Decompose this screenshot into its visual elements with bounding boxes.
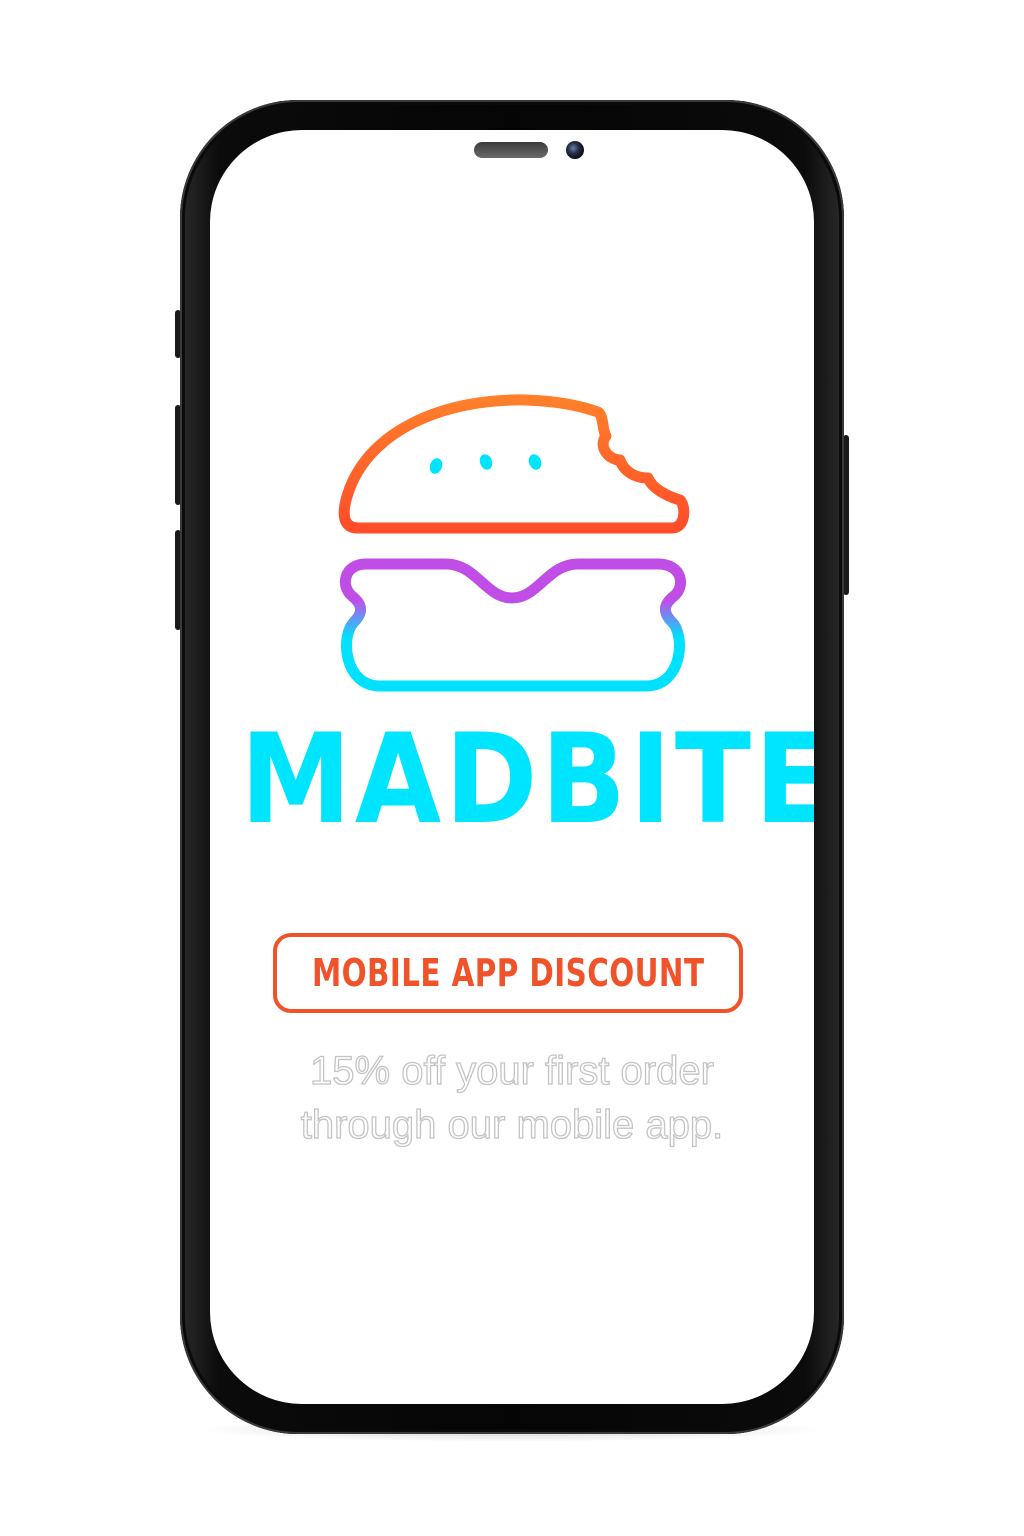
sesame-seed: [528, 454, 542, 470]
offer-line-1: 15% off your first order: [309, 1048, 714, 1093]
offer-line-2: through our mobile app.: [300, 1102, 724, 1147]
offer-description: 15% off your first order through our mob…: [210, 1044, 814, 1152]
discount-badge-label: MOBILE APP DISCOUNT: [311, 951, 705, 995]
discount-badge: MOBILE APP DISCOUNT: [273, 933, 743, 1013]
bottom-bun: [339, 558, 687, 692]
brand-logo: [336, 390, 690, 702]
sesame-seed: [479, 454, 493, 470]
stage: MADBITE MOBILE APP DISCOUNT 15% off your…: [0, 0, 1024, 1536]
sesame-seed: [429, 458, 443, 474]
phone-screen: MADBITE MOBILE APP DISCOUNT 15% off your…: [210, 130, 814, 1404]
brand-name: MADBITE: [240, 708, 814, 852]
top-bun: [338, 394, 690, 534]
front-camera-icon: [566, 141, 584, 159]
burger-icon: [338, 394, 690, 692]
earpiece-speaker: [474, 142, 548, 158]
